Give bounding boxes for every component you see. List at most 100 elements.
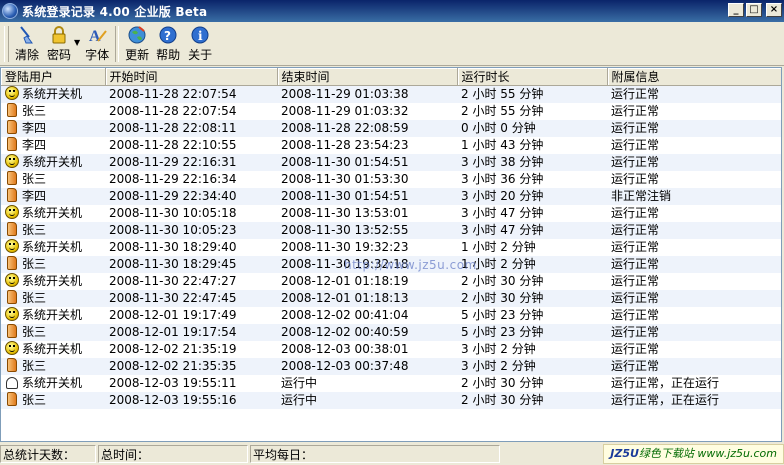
- smiley-icon: [5, 86, 19, 100]
- cell-end-time: 2008-11-29 01:03:38: [277, 85, 457, 103]
- password-button[interactable]: 密码: [42, 22, 76, 64]
- cell-duration: 2 小时 30 分钟: [461, 274, 544, 288]
- cell-user: 张三: [1, 222, 105, 239]
- column-header-info[interactable]: 附属信息: [607, 68, 781, 86]
- cell-start-time: 2008-11-30 18:29:40: [109, 240, 237, 254]
- window-title: 系统登录记录 4.00 企业版 Beta: [22, 4, 208, 19]
- update-button[interactable]: 更新: [122, 22, 152, 64]
- cell-end-time: 运行中: [281, 376, 318, 390]
- user-name: 张三: [22, 325, 47, 339]
- table-row[interactable]: 李四 2008-11-28 22:10:55 2008-11-28 23:54:23…: [1, 137, 781, 154]
- table-row[interactable]: 张三 2008-12-01 19:17:54 2008-12-02 00:40:59…: [1, 324, 781, 341]
- font-button[interactable]: A 字体: [82, 22, 112, 64]
- cell-duration: 0 小时 0 分钟: [457, 120, 607, 137]
- logo-prefix: JZ5U: [610, 447, 639, 460]
- cell-end-time: 2008-11-30 01:54:51: [277, 188, 457, 205]
- cell-duration: 2 小时 30 分钟: [457, 290, 607, 307]
- cell-end-time: 2008-11-30 01:54:51: [277, 154, 457, 171]
- cell-duration: 1 小时 43 分钟: [461, 138, 544, 152]
- cell-info: 运行正常，正在运行: [611, 376, 720, 390]
- password-dropdown-arrow-icon[interactable]: ▼: [74, 38, 80, 47]
- cell-duration: 5 小时 23 分钟: [457, 324, 607, 341]
- table-row[interactable]: 系统开关机 2008-11-30 18:29:40 2008-11-30 19:32…: [1, 239, 781, 256]
- cell-end-time: 2008-12-02 00:40:59: [277, 324, 457, 341]
- column-header-user[interactable]: 登陆用户: [1, 68, 106, 86]
- user-name: 张三: [22, 223, 47, 237]
- cell-end-time: 2008-11-30 13:53:01: [281, 206, 409, 220]
- info-icon: i: [189, 25, 211, 45]
- column-header-start[interactable]: 开始时间: [105, 68, 278, 86]
- smiley-icon: [5, 307, 19, 321]
- about-button[interactable]: i 关于: [184, 22, 216, 64]
- cell-info: 运行正常: [607, 85, 781, 103]
- table-row[interactable]: 张三 2008-12-03 19:55:16 运行中 2 小时 30 分钟 运行正常，正…: [1, 392, 781, 409]
- cell-user: 张三: [1, 171, 105, 188]
- cell-start-time: 2008-12-01 19:17:54: [105, 324, 277, 341]
- svg-text:?: ?: [164, 29, 171, 43]
- title-bar[interactable]: 系统登录记录 4.00 企业版 Beta _ □ ×: [0, 0, 784, 22]
- document-icon: [7, 171, 17, 185]
- login-records-list[interactable]: 登陆用户 开始时间 结束时间 运行时长 附属信息 系统开关机 2008-11-28…: [0, 67, 782, 442]
- cell-duration: 3 小时 2 分钟: [457, 358, 607, 375]
- cell-user: 系统开关机: [1, 85, 105, 103]
- cell-user: 张三: [1, 256, 105, 273]
- table-row[interactable]: 系统开关机 2008-12-03 19:55:11 运行中 2 小时 30 分钟 运行正…: [1, 375, 781, 392]
- cell-end-time: 2008-12-02 00:41:04: [281, 308, 409, 322]
- maximize-button[interactable]: □: [746, 3, 762, 17]
- smiley-icon: [5, 239, 19, 253]
- font-label: 字体: [85, 48, 110, 62]
- cell-user: 系统开关机: [1, 239, 105, 256]
- table-row[interactable]: 系统开关机 2008-11-30 22:47:27 2008-12-01 01:18…: [1, 273, 781, 290]
- cell-user: 张三: [1, 358, 105, 375]
- cell-end-time: 2008-12-03 00:38:01: [281, 342, 409, 356]
- user-name: 李四: [22, 138, 47, 152]
- cell-duration: 3 小时 47 分钟: [461, 206, 544, 220]
- minimize-button[interactable]: _: [728, 3, 744, 17]
- table-row[interactable]: 系统开关机 2008-11-29 22:16:31 2008-11-30 01:54…: [1, 154, 781, 171]
- cell-duration: 3 小时 2 分钟: [461, 342, 536, 356]
- table-row[interactable]: 李四 2008-11-29 22:34:40 2008-11-30 01:54:51…: [1, 188, 781, 205]
- clear-button[interactable]: 清除: [12, 22, 42, 64]
- document-icon: [7, 256, 17, 270]
- table-row[interactable]: 李四 2008-11-28 22:08:11 2008-11-28 22:08:59…: [1, 120, 781, 137]
- table-row[interactable]: 系统开关机 2008-12-02 21:35:19 2008-12-03 00:38…: [1, 341, 781, 358]
- table-row[interactable]: 张三 2008-11-30 18:29:45 2008-11-30 19:32:18…: [1, 256, 781, 273]
- update-label: 更新: [125, 48, 150, 62]
- cell-info: 运行正常: [607, 256, 781, 273]
- cell-user: 李四: [1, 120, 105, 137]
- table-row[interactable]: 张三 2008-11-30 10:05:23 2008-11-30 13:52:55…: [1, 222, 781, 239]
- user-name: 张三: [22, 359, 47, 373]
- cell-duration: 3 小时 38 分钟: [457, 154, 607, 171]
- table-row[interactable]: 系统开关机 2008-11-30 10:05:18 2008-11-30 13:53…: [1, 205, 781, 222]
- user-name: 张三: [22, 393, 47, 407]
- svg-text:A: A: [89, 28, 101, 45]
- table-row[interactable]: 系统开关机 2008-11-28 22:07:54 2008-11-29 01:03…: [1, 85, 781, 103]
- document-icon: [7, 222, 17, 236]
- close-button[interactable]: ×: [766, 3, 782, 17]
- document-icon: [7, 290, 17, 304]
- help-button[interactable]: ? 帮助: [152, 22, 184, 64]
- toolbar-grip[interactable]: [4, 26, 9, 62]
- table-row[interactable]: 张三 2008-12-02 21:35:35 2008-12-03 00:37:48…: [1, 358, 781, 375]
- font-icon: A: [86, 25, 108, 45]
- table-row[interactable]: 张三 2008-11-29 22:16:34 2008-11-30 01:53:30…: [1, 171, 781, 188]
- bell-icon: [6, 377, 18, 389]
- lock-icon: [48, 25, 70, 45]
- cell-end-time: 2008-11-28 22:08:59: [277, 120, 457, 137]
- column-header-duration[interactable]: 运行时长: [457, 68, 608, 86]
- table-row[interactable]: 张三 2008-11-28 22:07:54 2008-11-29 01:03:32…: [1, 103, 781, 120]
- cell-duration: 3 小时 47 分钟: [457, 222, 607, 239]
- table-row[interactable]: 系统开关机 2008-12-01 19:17:49 2008-12-02 00:41…: [1, 307, 781, 324]
- cell-start-time: 2008-11-30 18:29:45: [105, 256, 277, 273]
- cell-start-time: 2008-12-02 21:35:35: [105, 358, 277, 375]
- column-header-end[interactable]: 结束时间: [277, 68, 458, 86]
- user-name: 系统开关机: [22, 308, 83, 322]
- cell-duration: 5 小时 23 分钟: [461, 308, 544, 322]
- cell-user: 张三: [1, 103, 105, 120]
- cell-start-time: 2008-11-28 22:10:55: [109, 138, 237, 152]
- cell-info: 运行正常: [611, 172, 660, 186]
- cell-duration: 1 小时 2 分钟: [457, 256, 607, 273]
- cell-duration: 2 小时 30 分钟: [461, 376, 544, 390]
- cell-user: 系统开关机: [1, 273, 105, 290]
- table-row[interactable]: 张三 2008-11-30 22:47:45 2008-12-01 01:18:13…: [1, 290, 781, 307]
